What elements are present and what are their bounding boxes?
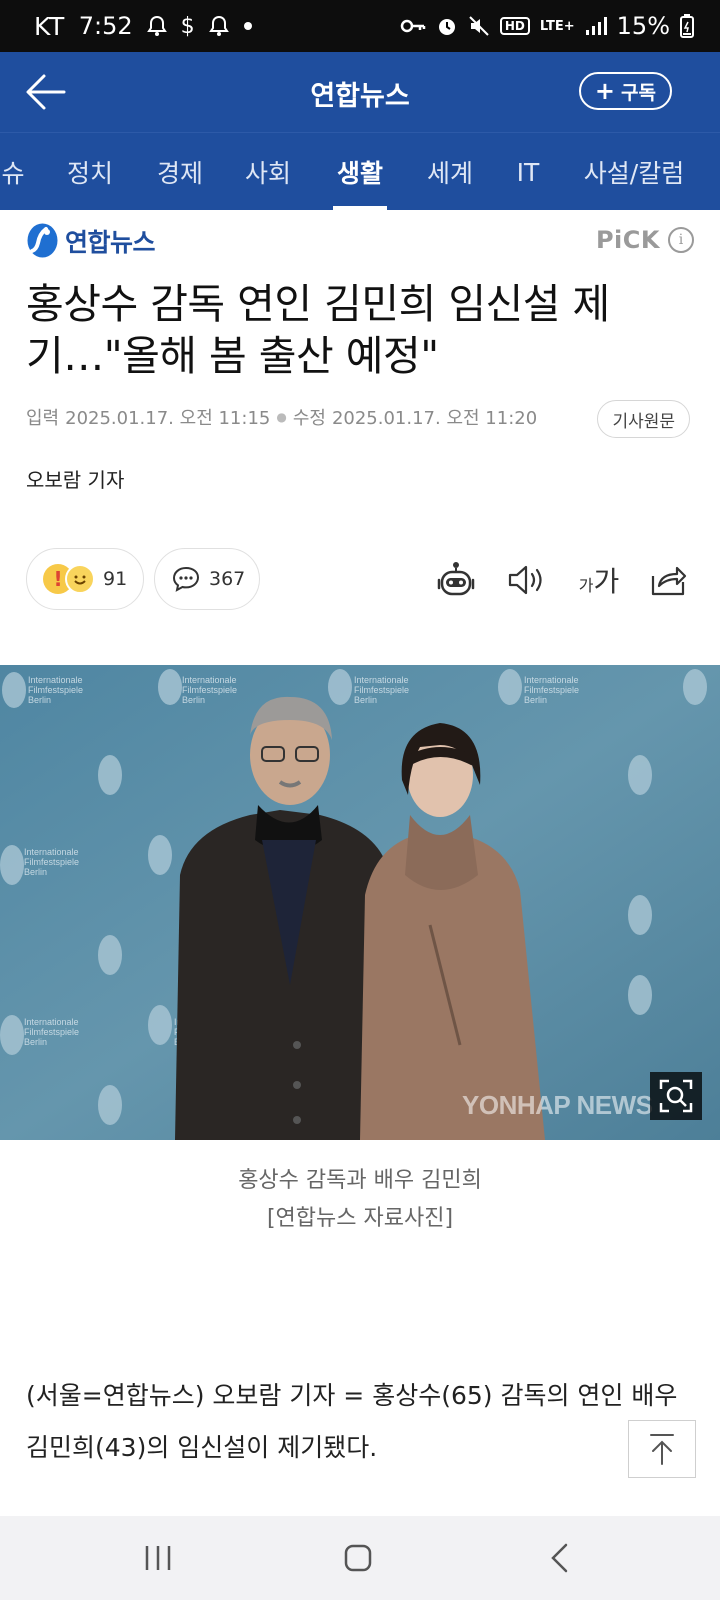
svg-text:Berlin: Berlin [24,1037,47,1047]
home-button[interactable] [328,1538,388,1578]
svg-text:Internationale: Internationale [28,675,83,685]
alarm-icon [436,15,458,37]
plus-icon: + [594,77,616,105]
caption-source: [연합뉴스 자료사진] [266,1206,454,1231]
press-photo-illustration: InternationaleFilmfestspieleBerlin Inter… [0,665,720,1140]
battery-icon [680,14,694,38]
reaction-emoji-icon: ! [43,562,97,596]
comment-button[interactable]: 367 [154,548,260,610]
svg-text:Berlin: Berlin [28,695,51,705]
press-logo[interactable]: 연합뉴스 [26,222,156,259]
svg-text:Filmfestspiele: Filmfestspiele [28,685,83,695]
tab-economy[interactable]: 경제 [150,133,210,210]
notification-dot-icon [243,21,253,31]
tab-editorial[interactable]: 사설/칼럼 [578,133,690,210]
reporter-name[interactable]: 오보람 기자 [26,464,124,493]
recent-apps-button[interactable] [128,1538,188,1578]
article-photo[interactable]: Internationale Filmfestspiele Berlin Inter… [0,665,720,1140]
pick-label: PiCK [595,226,660,254]
caption-line: 홍상수 감독과 배우 김민희 [238,1168,482,1193]
clock-time: 7:52 [78,12,133,40]
hd-icon: HD [499,17,530,35]
separator-dot: ● [276,410,287,424]
zoom-search-icon [659,1079,693,1113]
system-nav-bar [0,1516,720,1600]
svg-text:Berlin: Berlin [24,867,47,877]
published-label: 입력 [26,408,60,429]
smile-emoji-icon [65,564,95,594]
svg-text:Filmfestspiele: Filmfestspiele [182,685,237,695]
tab-society[interactable]: 사회 [238,133,298,210]
original-article-button[interactable]: 기사원문 [597,400,690,438]
font-size-icon[interactable]: 가가 [574,558,624,602]
svg-text:Berlin: Berlin [354,695,377,705]
back-button[interactable] [24,72,68,112]
svg-text:Internationale: Internationale [24,847,79,857]
article-dates: 입력 2025.01.17. 오전 11:15 ● 수정 2025.01.17.… [26,404,537,430]
bell-icon [146,15,167,37]
svg-text:Berlin: Berlin [182,695,205,705]
back-nav-button[interactable] [530,1538,590,1578]
photo-caption: 홍상수 감독과 배우 김민희 [연합뉴스 자료사진] [0,1162,720,1238]
svg-text:Internationale: Internationale [354,675,409,685]
svg-text:Filmfestspiele: Filmfestspiele [24,857,79,867]
share-icon[interactable] [646,558,690,602]
recents-icon [145,1546,171,1570]
comment-bubble-icon [172,566,200,592]
svg-text:Internationale: Internationale [524,675,579,685]
brand-row: 연합뉴스 PiCK i [26,222,694,262]
photo-zoom-button[interactable] [650,1072,702,1120]
tab-politics[interactable]: 정치 [60,133,120,210]
lte-icon: LTE+ [539,18,575,34]
arrow-up-icon [650,1434,674,1465]
status-bar: KT 7:52 $ HD LTE+ 15% [0,0,720,52]
svg-text:Internationale: Internationale [24,1017,79,1027]
pick-badge[interactable]: PiCK i [596,226,694,254]
dollar-icon: $ [180,13,195,39]
reaction-button[interactable]: ! 91 [26,548,144,610]
press-name: 연합뉴스 [65,227,156,257]
modified-label: 수정 [292,408,326,429]
home-icon [344,1544,372,1572]
svg-text:Filmfestspiele: Filmfestspiele [354,685,409,695]
scroll-to-top-button[interactable] [628,1420,696,1478]
tab-life[interactable]: 생활 [333,133,387,210]
subscribe-label: 구독 [621,81,656,104]
chevron-left-icon [551,1543,568,1573]
published-date: 2025.01.17. 오전 11:15 [65,408,271,429]
signal-icon [585,16,607,36]
comment-count: 367 [209,568,246,590]
mute-icon [468,15,490,37]
svg-text:Filmfestspiele: Filmfestspiele [24,1027,79,1037]
svg-text:Internationale: Internationale [182,675,237,685]
bell-icon [208,15,229,37]
article-body: (서울=연합뉴스) 오보람 기자 = 홍상수(65) 감독의 연인 배우 김민희… [26,1381,678,1462]
speaker-tts-icon[interactable] [504,558,548,602]
tab-world[interactable]: 세계 [420,133,480,210]
yonhap-logo-icon [27,223,58,258]
ai-summary-robot-icon[interactable] [434,558,478,602]
info-icon: i [668,227,694,253]
carrier-label: KT [34,11,65,41]
tab-it[interactable]: IT [510,133,546,210]
subscribe-button[interactable]: + 구독 [578,72,672,110]
reaction-count: 91 [103,568,128,590]
battery-percent: 15% [616,12,670,40]
article-headline: 홍상수 감독 연인 김민희 임신설 제기…"올해 봄 출산 예정" [26,280,610,380]
photo-watermark: YONHAP NEWS [462,1090,653,1120]
svg-text:Berlin: Berlin [524,695,547,705]
svg-text:Filmfestspiele: Filmfestspiele [524,685,579,695]
app-header: 연합뉴스 + 구독 [0,52,720,132]
tab-issue[interactable]: 슈 [0,133,36,210]
arrow-left-icon [26,74,66,110]
category-tabs: 슈 정치 경제 사회 생활 세계 IT 사설/칼럼 [0,132,720,210]
key-icon [400,18,426,34]
modified-date: 2025.01.17. 오전 11:20 [331,408,538,429]
